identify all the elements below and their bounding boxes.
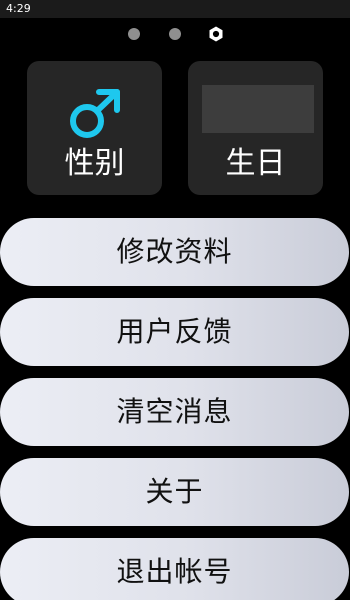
gender-label: 性别 xyxy=(64,146,125,181)
status-time: 4:29 xyxy=(6,2,31,15)
male-symbol-icon xyxy=(70,89,120,138)
user-feedback-button[interactable]: 用户反馈 xyxy=(0,298,349,366)
birthday-label: 生日 xyxy=(225,146,286,181)
settings-screen: 4:29 性别 生日 修改资料 用户反馈 清空消息 关于 退出帐号 xyxy=(0,0,350,600)
clear-messages-button[interactable]: 清空消息 xyxy=(0,378,349,446)
gender-tile[interactable]: 性别 xyxy=(27,61,162,195)
edit-profile-button[interactable]: 修改资料 xyxy=(0,218,349,286)
birthday-tile[interactable]: 生日 xyxy=(188,61,323,195)
logout-button[interactable]: 退出帐号 xyxy=(0,538,349,600)
page-dot-icon[interactable] xyxy=(128,28,140,40)
settings-icon[interactable] xyxy=(207,25,225,43)
about-button[interactable]: 关于 xyxy=(0,458,349,526)
page-indicator xyxy=(0,24,350,44)
birthday-value xyxy=(202,85,314,133)
status-bar: 4:29 xyxy=(0,0,350,18)
page-dot-icon[interactable] xyxy=(169,28,181,40)
